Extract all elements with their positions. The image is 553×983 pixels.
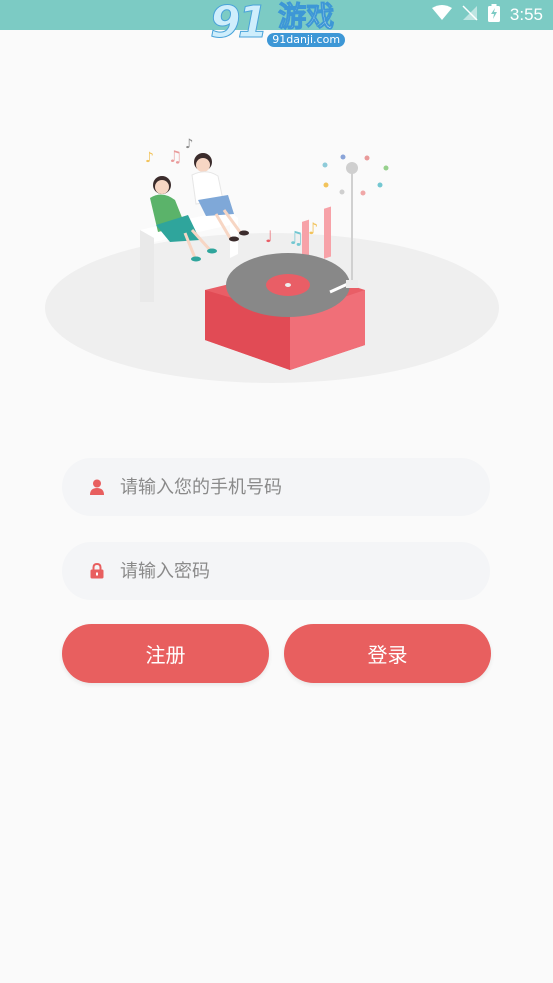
battery-icon [487, 4, 500, 26]
status-bar: 91 游戏 91danji.com 3:55 [0, 0, 553, 47]
password-field[interactable] [62, 542, 490, 600]
svg-text:♪: ♪ [308, 219, 318, 238]
svg-text:♩: ♩ [265, 227, 273, 246]
signal-icon [462, 5, 478, 25]
svg-text:♪: ♪ [185, 137, 193, 152]
watermark-logo: 91 游戏 91danji.com [209, 0, 346, 52]
login-button[interactable]: 登录 [284, 624, 491, 683]
status-time: 3:55 [509, 5, 543, 24]
password-input[interactable] [120, 551, 490, 591]
register-button[interactable]: 注册 [62, 624, 269, 683]
watermark-number: 91 [209, 0, 268, 48]
phone-field[interactable] [62, 458, 490, 516]
music-listening-illustration: ♪ ♫ ♪ ♩ ♫ ♪ [40, 130, 510, 390]
watermark-text: 游戏 [278, 0, 335, 33]
watermark-domain: 91danji.com [267, 33, 346, 47]
user-icon [89, 479, 105, 495]
svg-text:♪: ♪ [145, 150, 154, 166]
status-icons: 3:55 [431, 0, 543, 30]
svg-text:♫: ♫ [168, 147, 182, 166]
phone-input[interactable] [120, 467, 490, 507]
lock-icon [89, 563, 105, 579]
wifi-icon [431, 5, 452, 25]
watermark-text-group: 游戏 91danji.com [267, 0, 346, 47]
svg-text:♫: ♫ [288, 228, 304, 249]
